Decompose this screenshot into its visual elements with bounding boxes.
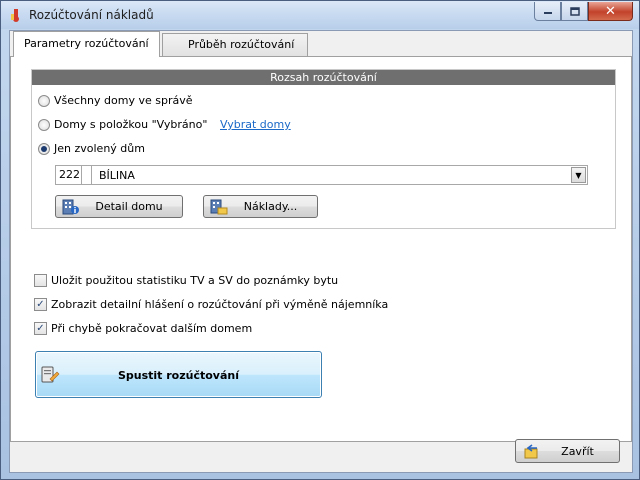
tab-label: Parametry rozúčtování	[24, 37, 149, 50]
tab-label: Průběh rozúčtování	[188, 38, 295, 51]
window-title: Rozúčtování nákladů	[29, 8, 154, 22]
tab-prubeh[interactable]: Průběh rozúčtování	[162, 33, 308, 56]
radio-button[interactable]	[38, 142, 50, 155]
radio-all-houses[interactable]: Všechny domy ve správě	[38, 94, 192, 107]
check-detailed-report[interactable]: ✓ Zobrazit detailní hlášení o rozúčtován…	[34, 298, 388, 311]
maximize-icon	[569, 6, 580, 16]
checkbox-label: Při chybě pokračovat dalším domem	[51, 322, 253, 335]
house-detail-button[interactable]: Detail domu	[55, 195, 183, 218]
title-bar[interactable]: Rozúčtování nákladů ✕	[1, 1, 639, 29]
radio-button[interactable]	[38, 118, 50, 131]
tab-panel: Rozsah rozúčtování Všechny domy ve správ…	[10, 56, 632, 442]
close-window-button[interactable]: ✕	[588, 2, 633, 21]
radio-label: Všechny domy ve správě	[54, 94, 193, 107]
app-icon	[11, 9, 19, 22]
costs-button[interactable]: Náklady...	[203, 195, 318, 218]
radio-label: Jen zvolený dům	[54, 142, 145, 155]
main-window: Rozúčtování nákladů ✕ Parametry rozúčtov…	[0, 0, 640, 480]
button-label: Spustit rozúčtování	[117, 369, 240, 382]
check-continue-on-error[interactable]: ✓ Při chybě pokračovat dalším domem	[34, 322, 252, 335]
group-header: Rozsah rozúčtování	[32, 70, 615, 85]
checkbox-label: Uložit použitou statistiku TV a SV do po…	[51, 274, 339, 287]
house-combo[interactable]: 222 BÍLINA ▼	[55, 165, 588, 185]
invoice-icon	[210, 199, 228, 215]
select-houses-link[interactable]: Vybrat domy	[220, 118, 291, 131]
checkbox-label: Zobrazit detailní hlášení o rozúčtování …	[51, 298, 389, 311]
range-group: Rozsah rozúčtování Všechny domy ve správ…	[31, 69, 616, 229]
checkbox[interactable]: ✓	[34, 322, 47, 335]
radio-single-house[interactable]: Jen zvolený dům	[38, 142, 145, 155]
house-name: BÍLINA	[99, 168, 135, 182]
house-code: 222	[56, 166, 82, 184]
maximize-button[interactable]	[561, 2, 588, 21]
checkbox[interactable]	[34, 274, 47, 287]
building-info-icon	[62, 199, 79, 215]
exit-door-icon	[524, 444, 538, 459]
client-area: Parametry rozúčtování Průběh rozúčtování…	[9, 30, 633, 473]
chevron-down-icon[interactable]: ▼	[571, 167, 586, 183]
tab-parametry[interactable]: Parametry rozúčtování	[13, 31, 160, 57]
radio-label: Domy s položkou "Vybráno"	[54, 118, 208, 131]
radio-selected-houses[interactable]: Domy s položkou "Vybráno" Vybrat domy	[38, 118, 298, 131]
radio-button[interactable]	[38, 94, 50, 107]
close-button[interactable]: Zavřít	[515, 439, 620, 463]
close-icon: ✕	[605, 3, 616, 19]
minimize-button[interactable]	[534, 2, 561, 21]
run-allocation-button[interactable]: Spustit rozúčtování	[35, 351, 322, 398]
minimize-icon	[543, 12, 552, 14]
check-save-statistics[interactable]: Uložit použitou statistiku TV a SV do po…	[34, 274, 338, 287]
checkbox[interactable]: ✓	[34, 298, 47, 311]
